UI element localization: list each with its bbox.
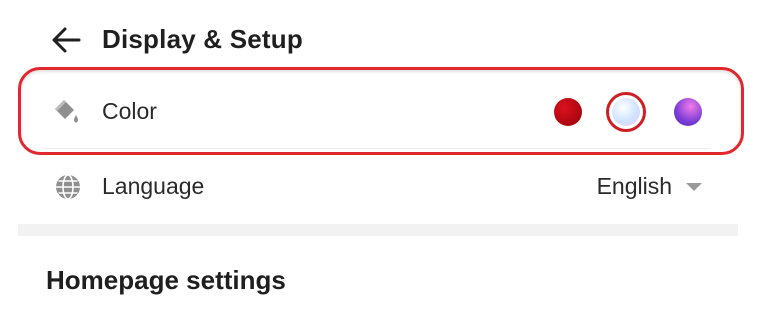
language-label: Language <box>102 173 205 199</box>
color-label: Color <box>102 98 157 124</box>
page-title: Display & Setup <box>102 24 303 54</box>
divider <box>44 148 710 149</box>
language-value[interactable]: English <box>597 173 672 200</box>
swatch-red[interactable] <box>554 98 582 126</box>
caret-down-icon[interactable] <box>686 183 702 191</box>
back-button[interactable] <box>48 22 84 58</box>
globe-icon <box>56 174 80 200</box>
arrow-left-icon[interactable] <box>48 22 84 58</box>
homepage-settings-title: Homepage settings <box>46 265 286 295</box>
section-separator <box>18 224 738 236</box>
paint-bucket-icon <box>55 100 78 123</box>
swatch-purple[interactable] <box>674 98 702 126</box>
swatch-pastel[interactable] <box>612 98 640 126</box>
